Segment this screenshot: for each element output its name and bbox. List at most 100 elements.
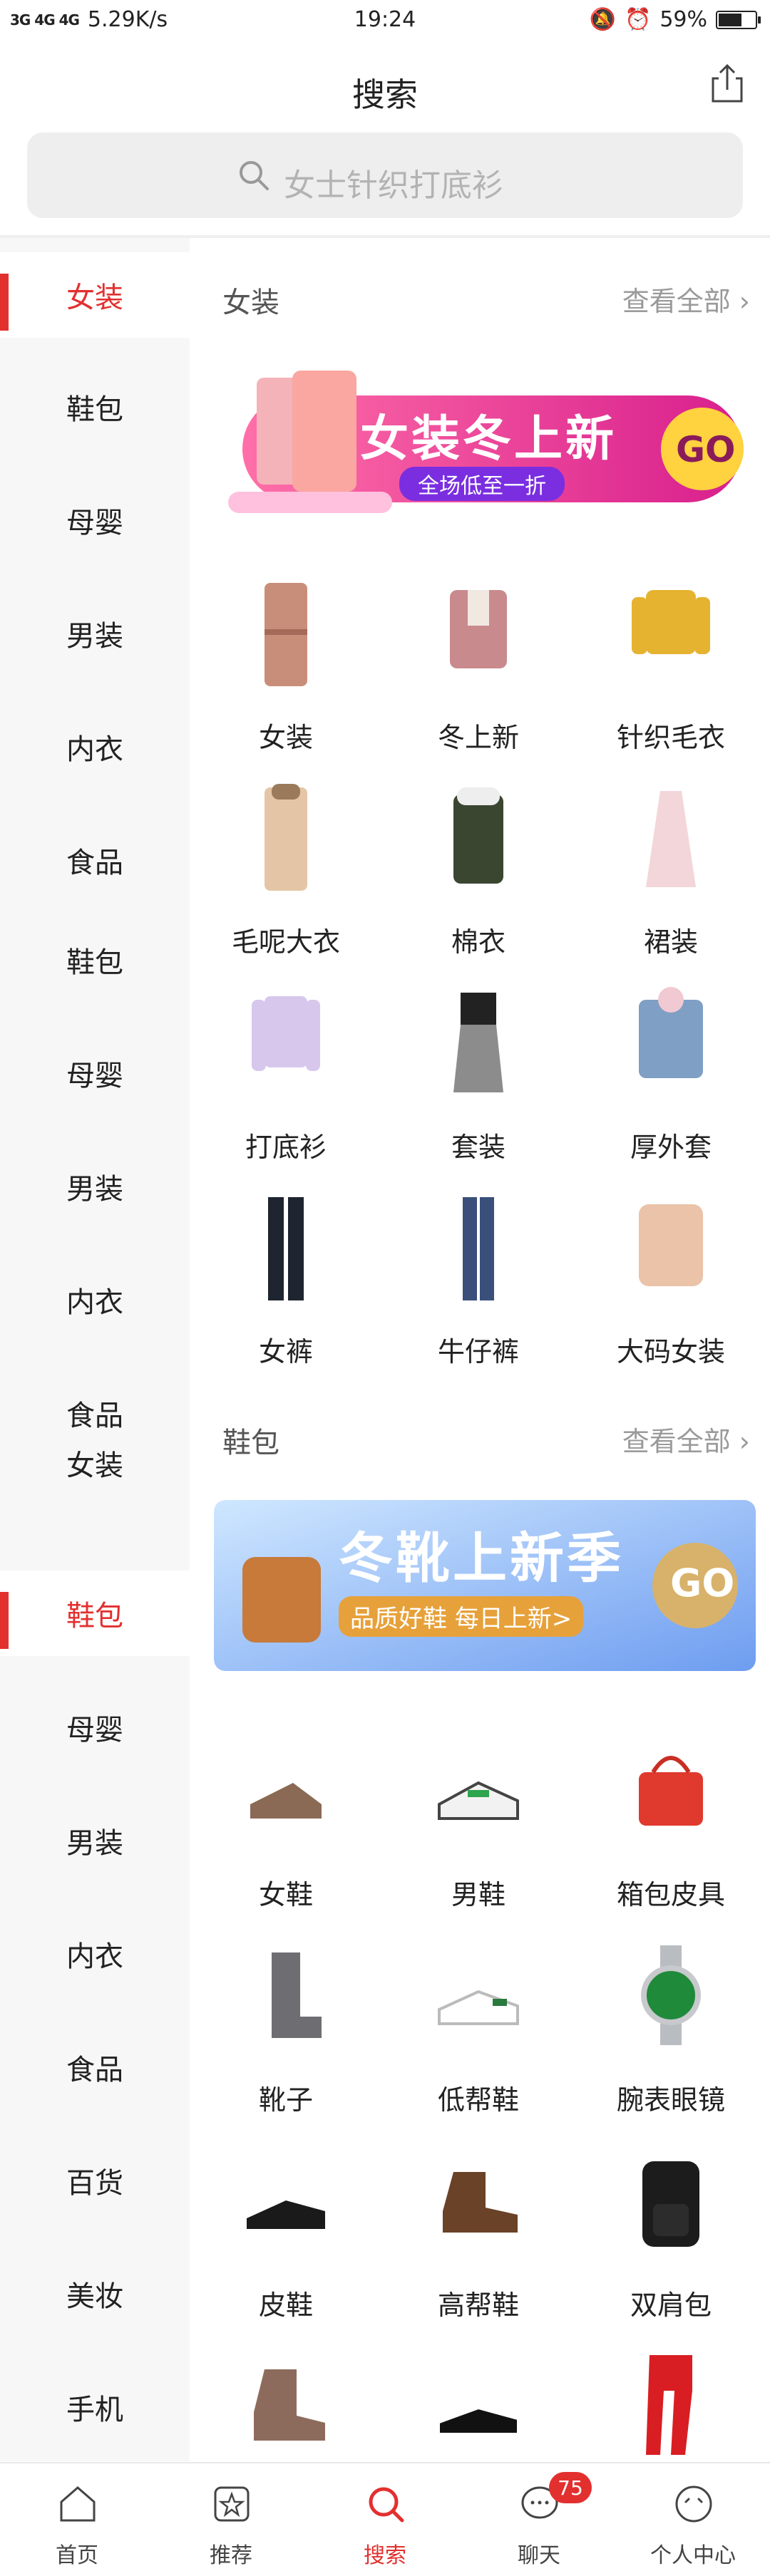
base-shirt-image (252, 996, 320, 1071)
category-item[interactable]: 双肩包 (575, 2143, 767, 2343)
category-sidebar: 女装 鞋包 母婴 男装 内衣 食品 鞋包 母婴 男装 内衣 食品 女装 鞋包 母… (0, 238, 190, 2461)
see-all-women[interactable]: 查看全部 › (622, 279, 750, 319)
sidebar-item-phone[interactable]: 手机 (0, 2364, 190, 2450)
profile-icon (675, 2486, 712, 2523)
sidebar-item-general[interactable]: 百货 (0, 2138, 190, 2223)
category-item[interactable]: 厚外套 (575, 986, 767, 1185)
search-icon (369, 2487, 404, 2523)
battery-icon (716, 10, 761, 29)
tab-chat[interactable]: 75 聊天 (462, 2463, 616, 2576)
banner-headline: 女装冬上新 (360, 411, 617, 467)
category-item[interactable]: 针织毛衣 (575, 576, 767, 775)
dress-image (646, 791, 696, 887)
tab-label: 聊天 (518, 2543, 560, 2568)
coat-image (265, 583, 307, 686)
category-item[interactable]: 裙装 (575, 780, 767, 980)
home-icon (60, 2486, 96, 2522)
category-item[interactable]: 男鞋 (382, 1733, 575, 1933)
jacket-image (450, 590, 507, 668)
section-title-women: 女装 (222, 286, 279, 319)
search-bar[interactable]: 女士针织打底衫 (27, 133, 743, 218)
sidebar-item-baby[interactable]: 母婴 (0, 477, 190, 563)
category-item[interactable]: 箱包皮具 (575, 1733, 767, 1933)
category-label: 靴子 (258, 2084, 313, 2116)
see-all-shoes-bags[interactable]: 查看全部 › (622, 1419, 750, 1459)
banner-winter-boots[interactable]: 冬靴上新季 品质好鞋 每日上新> GO (214, 1500, 756, 1671)
sidebar-item-baby-3[interactable]: 母婴 (0, 1685, 190, 1770)
sidebar-item-men-2[interactable]: 男装 (0, 1144, 190, 1229)
category-item[interactable]: 打底衫 (190, 986, 382, 1185)
category-label: 牛仔裤 (437, 1336, 519, 1367)
star-icon (214, 2486, 250, 2522)
category-item[interactable]: 高帮鞋 (382, 2143, 575, 2343)
category-item[interactable]: 棉衣 (382, 780, 575, 980)
category-label: 套装 (451, 1132, 505, 1163)
battery-percent: 59% (659, 7, 707, 32)
high-top-shoe-image (443, 2172, 518, 2233)
tab-label: 推荐 (210, 2543, 252, 2568)
sidebar-item-shoes-bags-2[interactable]: 鞋包 (0, 917, 190, 1003)
clock: 19:24 (354, 7, 416, 32)
tab-search[interactable]: 搜索 (308, 2463, 462, 2576)
watch-image (641, 1945, 701, 2045)
category-label: 女鞋 (258, 1879, 313, 1910)
sidebar-item-women-partial[interactable]: 女装 (0, 1442, 190, 1485)
boot-image (272, 1952, 322, 2038)
category-item[interactable]: 女鞋 (190, 1733, 382, 1933)
chevron-right-icon: › (739, 1426, 750, 1457)
bottom-nav: 首页 推荐 搜索 75 聊天 个人中心 (0, 2462, 770, 2576)
wool-coat-image (265, 784, 307, 891)
banner-women-winter[interactable]: 女装冬上新 全场低至一折 GO (214, 363, 756, 534)
plus-size-coat-image (639, 1204, 703, 1286)
banner-go: GO (676, 429, 736, 470)
category-label: 毛呢大衣 (231, 926, 340, 958)
category-label: 冬上新 (437, 722, 519, 753)
category-label: 高帮鞋 (437, 2290, 519, 2321)
category-label: 厚外套 (630, 1132, 712, 1163)
status-bar: 3G 4G 4G 5.29K/s 19:24 🔕 ⏰ 59% (0, 0, 770, 43)
sidebar-item-women[interactable]: 女装 (0, 252, 190, 338)
category-item[interactable]: 牛仔裤 (382, 1190, 575, 1390)
category-label: 腕表眼镜 (616, 2084, 725, 2116)
sidebar-item-underwear-2[interactable]: 内衣 (0, 1257, 190, 1343)
sidebar-item-baby-2[interactable]: 母婴 (0, 1030, 190, 1116)
sidebar-item-underwear-3[interactable]: 内衣 (0, 1911, 190, 1997)
category-label: 低帮鞋 (437, 2084, 519, 2116)
banner-headline: 冬靴上新季 (339, 1526, 624, 1590)
sidebar-item-men-3[interactable]: 男装 (0, 1798, 190, 1883)
category-item[interactable]: 女装 (190, 576, 382, 775)
category-label: 皮鞋 (258, 2290, 313, 2321)
tab-home[interactable]: 首页 (0, 2463, 154, 2576)
category-item[interactable]: 低帮鞋 (382, 1938, 575, 2138)
chevron-right-icon: › (739, 286, 750, 317)
category-item[interactable]: 冬上新 (382, 576, 575, 775)
sidebar-item-shoes-bags-active[interactable]: 鞋包 (0, 1571, 190, 1656)
category-item[interactable]: 靴子 (190, 1938, 382, 2138)
canvas-shoe-image (438, 2407, 518, 2434)
mute-icon: 🔕 (589, 7, 616, 32)
sidebar-item-beauty[interactable]: 美妆 (0, 2251, 190, 2337)
share-icon[interactable] (704, 61, 750, 107)
sneaker-image (438, 1781, 519, 1820)
search-placeholder: 女士针织打底衫 (284, 167, 503, 204)
page-title: 搜索 (352, 76, 418, 114)
banner-subtitle: 品质好鞋 每日上新> (339, 1596, 584, 1637)
category-item[interactable]: 腕表眼镜 (575, 1938, 767, 2138)
category-label: 女裤 (258, 1336, 313, 1367)
category-item[interactable]: 皮鞋 (190, 2143, 382, 2343)
sidebar-item-food[interactable]: 食品 (0, 817, 190, 903)
set-image (453, 993, 503, 1092)
tab-recommend[interactable]: 推荐 (154, 2463, 308, 2576)
category-item[interactable]: 毛呢大衣 (190, 780, 382, 980)
category-item[interactable]: 女裤 (190, 1190, 382, 1390)
tab-profile[interactable]: 个人中心 (616, 2463, 770, 2576)
category-item[interactable]: 套装 (382, 986, 575, 1185)
sidebar-item-shoes-bags[interactable]: 鞋包 (0, 364, 190, 450)
denim-jacket-image (639, 987, 703, 1078)
sidebar-item-food-3[interactable]: 食品 (0, 2024, 190, 2110)
sidebar-item-men[interactable]: 男装 (0, 591, 190, 676)
category-item[interactable]: 大码女装 (575, 1190, 767, 1390)
backpack-image (642, 2161, 699, 2247)
sidebar-item-underwear[interactable]: 内衣 (0, 704, 190, 790)
app-header: 搜索 (0, 44, 770, 130)
